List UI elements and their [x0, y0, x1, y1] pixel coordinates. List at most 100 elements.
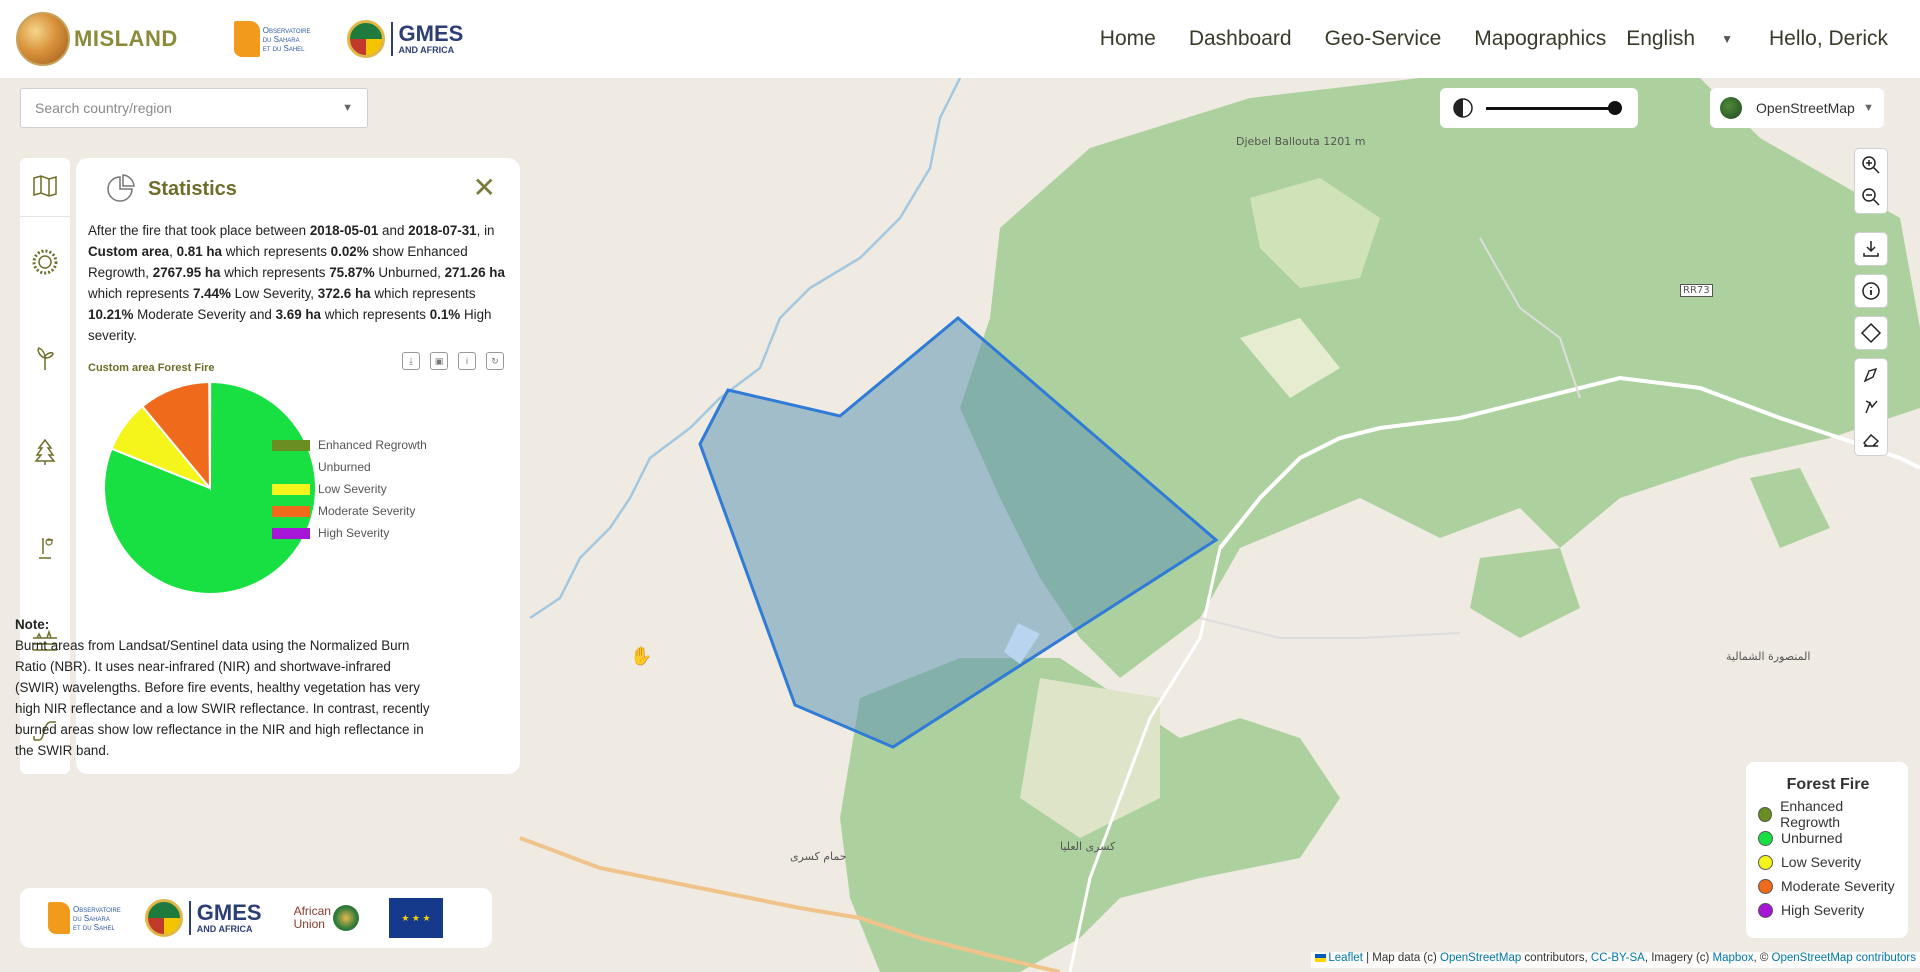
legend-dot	[1758, 830, 1773, 846]
refresh-icon[interactable]: ↻	[486, 352, 504, 370]
draw-polygon-button[interactable]	[1855, 359, 1887, 391]
gmes-logo-text: GMES AND AFRICA	[398, 21, 464, 56]
basemap-thumbnail-icon	[1720, 97, 1742, 119]
legend-dot	[1758, 806, 1773, 822]
gmes-logo: GMES AND AFRICA	[144, 899, 262, 937]
nav-geo-service[interactable]: Geo-Service	[1325, 27, 1442, 51]
town-label: حمام كسرى	[790, 850, 847, 863]
oss-logo: Observatoire du Sahara et du Sahel	[233, 21, 311, 57]
opacity-slider[interactable]	[1486, 100, 1622, 115]
delete-layers-button[interactable]	[1855, 423, 1887, 455]
pie-legend-item[interactable]: Moderate Severity	[272, 500, 427, 522]
map-layers-button[interactable]	[20, 164, 70, 208]
vegetation-button[interactable]	[20, 336, 70, 380]
leaflet-link[interactable]: Leaflet	[1328, 952, 1363, 964]
zoom-control	[1854, 148, 1888, 214]
cc-by-sa-link[interactable]: CC-BY-SA	[1591, 952, 1645, 964]
sprout-icon	[37, 347, 54, 370]
osm-contributors-link[interactable]: OpenStreetMap contributors	[1772, 952, 1916, 964]
pie-legend-item[interactable]: High Severity	[272, 522, 427, 544]
road-shield-label: RR73	[1680, 284, 1713, 297]
shape-control	[1854, 316, 1888, 350]
close-icon[interactable]: ✕	[473, 174, 496, 202]
pie-slice-high-severity[interactable]	[208, 380, 211, 489]
map-legend-item: Low Severity	[1758, 850, 1898, 874]
download-map-button[interactable]	[1855, 233, 1887, 265]
gmes-logo: GMES AND AFRICA	[346, 20, 464, 58]
contrast-icon	[1453, 98, 1473, 118]
caret-down-icon[interactable]: ▼	[342, 102, 353, 114]
legend-label: Enhanced Regrowth	[1780, 798, 1844, 830]
gmes-globe-icon	[346, 20, 385, 58]
legend-dot	[1758, 902, 1773, 918]
oss-africa-icon	[233, 21, 260, 57]
map-legend-title: Forest Fire	[1786, 776, 1870, 793]
layer-opacity-control	[1440, 88, 1638, 128]
legend-label: Moderate Severity	[318, 504, 416, 518]
edit-layers-button[interactable]	[1855, 391, 1887, 423]
oss-africa-icon	[48, 902, 70, 934]
brand-logo[interactable]: MISLAND	[16, 12, 178, 66]
image-icon[interactable]: ▣	[430, 352, 448, 370]
nav-home[interactable]: Home	[1100, 27, 1156, 51]
pie-legend-item[interactable]: Unburned	[272, 456, 427, 478]
language-label: English	[1626, 27, 1696, 50]
eu-flag-logo: ★ ★ ★	[388, 898, 443, 938]
basemap-select[interactable]: OpenStreetMap ▼	[1710, 88, 1884, 128]
info-button[interactable]	[1855, 275, 1887, 307]
climate-button[interactable]	[20, 526, 70, 570]
info-icon[interactable]: i	[458, 352, 476, 370]
mapbox-link[interactable]: Mapbox	[1713, 952, 1754, 964]
thermometer-icon	[39, 538, 53, 559]
nav-dashboard[interactable]: Dashboard	[1189, 27, 1292, 51]
caret-down-icon: ▼	[1863, 102, 1874, 114]
statistics-note: Note: Burnt areas from Landsat/Sentinel …	[15, 614, 435, 761]
map-icon	[33, 175, 57, 197]
pie-legend: Enhanced Regrowth Unburned Low Severity Mod…	[272, 434, 427, 544]
zoom-out-button[interactable]	[1855, 181, 1887, 213]
download-icon[interactable]: ⤓	[402, 352, 420, 370]
search-country-input[interactable]: Search country/region ▼	[20, 88, 368, 128]
pie-chart-icon	[107, 174, 135, 202]
basemap-label: OpenStreetMap	[1756, 100, 1855, 116]
town-label: كسرى العليا	[1060, 840, 1116, 853]
legend-swatch	[272, 439, 310, 451]
user-menu[interactable]: Hello, Derick	[1769, 27, 1888, 51]
zoom-out-icon	[1862, 188, 1880, 206]
legend-dot	[1758, 854, 1773, 870]
gmes-globe-icon	[144, 899, 183, 937]
tree-icon	[34, 438, 56, 465]
brand-name: MISLAND	[74, 26, 178, 51]
pie-legend-item[interactable]: Enhanced Regrowth	[272, 434, 427, 456]
draw-toolbar	[1854, 358, 1888, 456]
legend-label: Low Severity	[1781, 854, 1862, 870]
info-control	[1854, 274, 1888, 308]
note-title: Note:	[15, 617, 50, 632]
language-select[interactable]: English ▼	[1626, 27, 1733, 51]
legend-label: Low Severity	[318, 482, 387, 496]
diamond-icon	[1860, 322, 1882, 344]
legend-label: High Severity	[318, 526, 390, 540]
caret-down-icon: ▼	[1721, 32, 1733, 46]
zoom-in-button[interactable]	[1855, 149, 1887, 181]
gmes-logo-text: GMES AND AFRICA	[196, 900, 262, 935]
legend-swatch	[272, 505, 310, 517]
osm-link[interactable]: OpenStreetMap	[1440, 952, 1521, 964]
legend-swatch	[272, 527, 310, 539]
legend-swatch	[272, 461, 310, 473]
statistics-summary: After the fire that took place between 2…	[88, 223, 505, 343]
draw-shape-button[interactable]	[1855, 317, 1887, 349]
map-legend: Forest Fire Enhanced Regrowth Unburned Low…	[1746, 762, 1908, 938]
partner-logos: Observatoire du Sahara et du Sahel GMES …	[20, 888, 492, 948]
slider-thumb[interactable]	[1608, 100, 1622, 115]
legend-label: Unburned	[318, 460, 371, 474]
map-legend-item: Moderate Severity	[1758, 874, 1898, 898]
nav-mapographics[interactable]: Mapographics	[1474, 27, 1606, 51]
forest-button[interactable]	[20, 430, 70, 474]
chart-toolbar: ⤓ ▣ i ↻	[402, 352, 504, 370]
draw-polygon-icon	[1863, 367, 1878, 383]
pie-legend-item[interactable]: Low Severity	[272, 478, 427, 500]
land-degradation-button[interactable]	[20, 240, 70, 284]
town-label: المنصورة الشمالية	[1726, 650, 1811, 663]
legend-label: Moderate Severity	[1781, 878, 1895, 894]
